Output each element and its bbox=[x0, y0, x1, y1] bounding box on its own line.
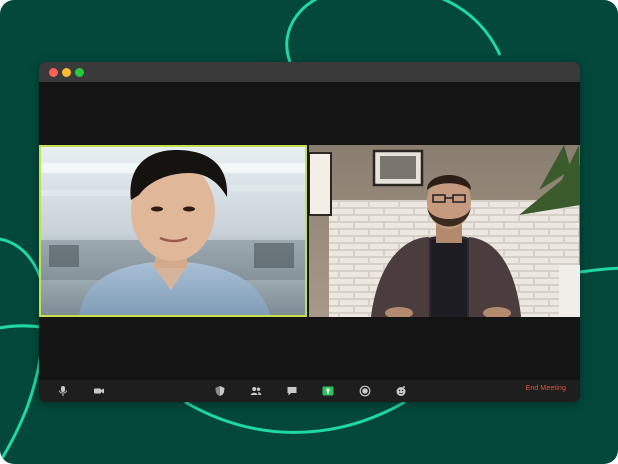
marketing-card: End Meeting bbox=[0, 0, 618, 464]
microphone-icon bbox=[59, 386, 67, 396]
record-icon bbox=[359, 385, 371, 397]
window-titlebar bbox=[39, 62, 580, 82]
chat-button[interactable] bbox=[285, 384, 299, 398]
camera-icon bbox=[94, 388, 104, 394]
meeting-toolbar: End Meeting bbox=[39, 380, 580, 402]
zoom-window-button[interactable] bbox=[75, 68, 84, 77]
meeting-window: End Meeting bbox=[39, 62, 580, 402]
camera-button[interactable] bbox=[92, 384, 106, 398]
participant-1-photo bbox=[39, 145, 307, 317]
participant-2-photo bbox=[309, 145, 580, 317]
chat-icon bbox=[287, 387, 297, 396]
microphone-button[interactable] bbox=[56, 384, 70, 398]
participants-button[interactable] bbox=[249, 384, 263, 398]
participants-icon bbox=[250, 387, 262, 395]
close-window-button[interactable] bbox=[49, 68, 58, 77]
record-button[interactable] bbox=[358, 384, 372, 398]
security-button[interactable] bbox=[213, 384, 227, 398]
share-screen-button[interactable] bbox=[321, 384, 335, 398]
security-icon bbox=[215, 386, 225, 396]
share-screen-icon bbox=[322, 386, 334, 396]
participant-video-2[interactable] bbox=[309, 145, 580, 317]
minimize-window-button[interactable] bbox=[62, 68, 71, 77]
video-stage bbox=[39, 82, 580, 380]
reactions-button[interactable] bbox=[394, 384, 408, 398]
reactions-icon bbox=[396, 386, 406, 396]
participant-video-1[interactable] bbox=[39, 145, 307, 317]
end-meeting-button[interactable]: End Meeting bbox=[526, 385, 566, 392]
